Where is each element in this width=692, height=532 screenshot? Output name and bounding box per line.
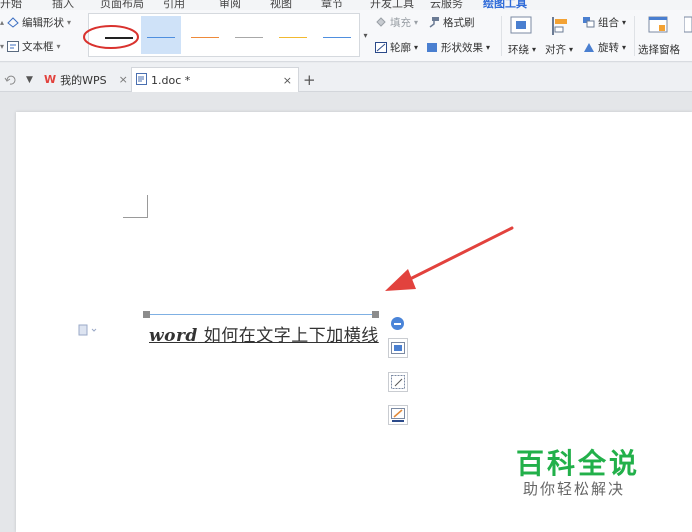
tab-document[interactable]: 1.doc * × [131,67,299,92]
edit-shape-label: 编辑形状 [22,17,65,29]
line-style-5[interactable] [273,16,313,54]
ribbon: ▴ 编辑形状 ▾ ▾ 文本框 ▾ ▾ 填充 ▾ 格式刷 轮廓 ▾ 形状效果 ▾ … [0,10,692,62]
menu-bar: 开始 插入 页面布局 引用 审阅 视图 章节 开发工具 云服务 绘图工具 [0,0,692,10]
shape-effects-button[interactable]: 形状效果 ▾ [426,40,490,55]
format-painter-icon [428,17,440,28]
wrap-label: 环绕 [508,44,529,56]
menu-chapter[interactable]: 章节 [321,0,343,10]
group-icon [583,17,595,28]
document-canvas: word 如何在文字上下加横线 百科全说 助你轻松解决 [0,92,692,532]
line-handle-left[interactable] [143,311,150,318]
float-outline-button[interactable] [388,405,408,425]
line-handle-right[interactable] [372,311,379,318]
align-label: 对齐 [545,44,566,56]
watermark-subtitle: 助你轻松解决 [523,480,626,498]
collapse-minus-icon[interactable] [391,317,404,330]
document-icon [136,72,147,88]
format-painter-button[interactable]: 格式刷 [428,15,475,30]
text-box-button[interactable]: ▾ 文本框 ▾ [0,39,61,54]
outline-icon [375,42,387,53]
line-style-6[interactable] [317,16,357,54]
wrap-button[interactable]: 环绕 ▾ [508,42,536,57]
menu-start[interactable]: 开始 [0,0,22,10]
tab-list-dropdown[interactable]: ▼ [26,67,33,92]
watermark-title: 百科全说 [516,447,641,480]
fill-label: 填充 [390,17,411,29]
margin-corner-mark [123,195,148,218]
float-shape-style-button[interactable] [388,372,408,392]
document-text-word: word [149,326,198,346]
align-icon [552,17,567,35]
tab-bar: ▼ W 我的WPS × 1.doc * × + [0,63,692,92]
close-icon[interactable]: × [283,74,292,87]
wrap-icon [510,16,532,34]
menu-insert[interactable]: 插入 [52,0,74,10]
group-label: 组合 [598,17,619,29]
gallery-more-button[interactable]: ▾ [361,13,370,57]
float-layout-options-button[interactable] [388,338,408,358]
line-style-4[interactable] [229,16,269,54]
edit-shape-button[interactable]: ▴ 编辑形状 ▾ [0,15,71,30]
line-style-3[interactable] [185,16,225,54]
tab-document-label: 1.doc * [151,73,191,87]
red-circle-annotation [83,25,139,49]
chevron-down-icon: ▼ [26,74,33,85]
edit-shape-icon [7,17,19,28]
paragraph-menu-icon[interactable] [78,324,102,338]
line-style-gallery[interactable] [83,13,360,57]
document-text-chinese: 如何在文字上下加横线 [197,326,379,346]
outline-pen-icon [391,408,405,422]
fill-bucket-icon [375,17,387,28]
text-box-label: 文本框 [22,41,54,53]
rotate-button[interactable]: 旋转 ▾ [583,40,626,55]
line-style-2[interactable] [141,16,181,54]
shape-effects-icon [426,42,438,53]
format-painter-label: 格式刷 [443,17,475,29]
tab-my-wps-label: 我的WPS [60,73,107,87]
layout-options-icon [391,342,405,354]
wrap-icon-button[interactable] [510,16,532,34]
menu-developer[interactable]: 开发工具 [370,0,414,10]
menu-view[interactable]: 视图 [270,0,292,10]
back-arrow-icon[interactable] [4,67,16,92]
new-tab-button[interactable]: + [303,67,316,92]
fill-button[interactable]: 填充 ▾ [375,15,418,30]
selection-pane-label: 选择窗格 [638,44,680,56]
menu-page-layout[interactable]: 页面布局 [100,0,144,10]
shape-effects-label: 形状效果 [441,42,483,54]
menu-references[interactable]: 引用 [163,0,185,10]
selection-pane-button[interactable]: 选择窗格 [638,42,680,57]
rotate-icon [583,42,595,53]
align-button[interactable]: 对齐 ▾ [545,42,573,57]
close-icon[interactable]: × [119,73,128,86]
outline-button[interactable]: 轮廓 ▾ [375,40,418,55]
ribbon-overflow-icon[interactable] [684,16,692,34]
rotate-label: 旋转 [598,42,619,54]
wps-logo-icon: W [44,73,57,86]
selected-line-shape[interactable] [146,314,376,315]
document-page[interactable]: word 如何在文字上下加横线 百科全说 助你轻松解决 [16,112,692,532]
menu-review[interactable]: 审阅 [219,0,241,10]
outline-label: 轮廓 [390,42,411,54]
align-icon-button[interactable] [550,16,570,36]
group-button[interactable]: 组合 ▾ [583,15,626,30]
menu-drawing-tools[interactable]: 绘图工具 [483,0,527,10]
shape-style-icon [391,375,405,389]
selection-pane-icon [648,16,668,33]
menu-cloud[interactable]: 云服务 [430,0,463,10]
tab-my-wps[interactable]: W 我的WPS × [44,67,128,92]
selection-pane-icon-button[interactable] [648,16,668,34]
text-box-icon [7,41,20,52]
document-text[interactable]: word 如何在文字上下加横线 [149,321,379,346]
